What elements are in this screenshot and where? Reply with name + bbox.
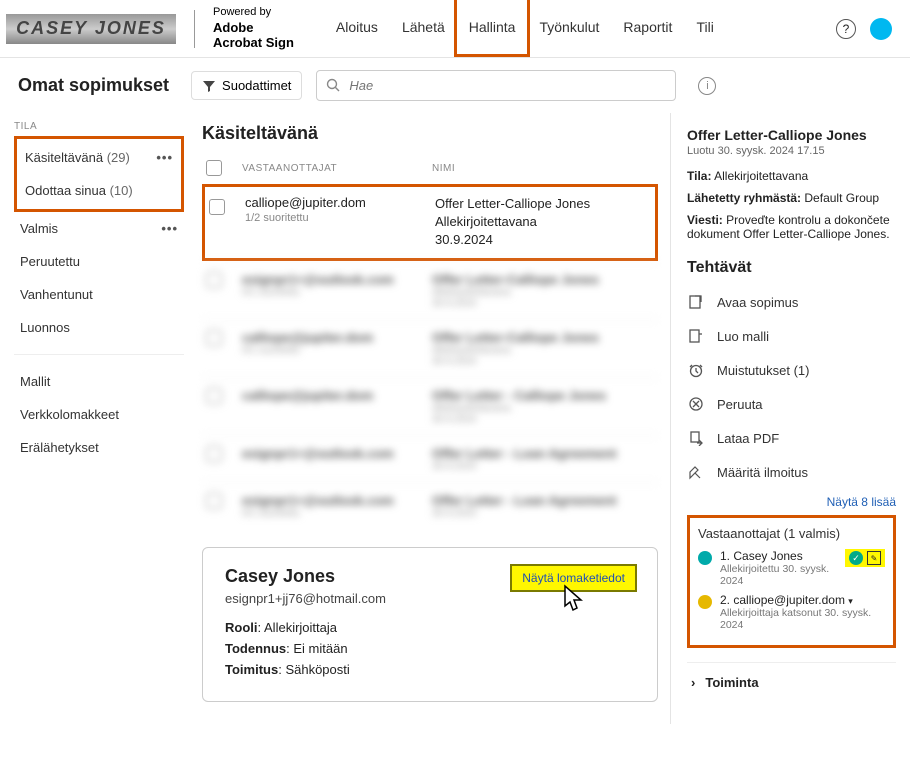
avatar[interactable] [870, 18, 892, 40]
sidebar-item-verkkolomakkeet[interactable]: Verkkolomakkeet [14, 398, 184, 431]
download-icon [687, 429, 705, 447]
filter-icon [202, 79, 216, 93]
check-icon: ✓ [849, 551, 863, 565]
nav-tili[interactable]: Tili [684, 0, 725, 57]
sidebar-item-odottaa[interactable]: Odottaa sinua (10) [19, 174, 179, 207]
more-icon[interactable]: ••• [156, 150, 173, 165]
row-checkbox[interactable] [209, 199, 225, 215]
cursor-icon [555, 584, 587, 622]
recipients-box: Vastaanottajat (1 valmis) 1. Casey Jones… [687, 515, 896, 648]
nav-laheta[interactable]: Lähetä [390, 0, 457, 57]
notify-icon [687, 463, 705, 481]
sidebar-item-eralahetykset[interactable]: Erälähetykset [14, 431, 184, 464]
table-row-blurred: esignpr1+@outlook.com0/1 suoritettuOffer… [202, 261, 658, 319]
sidebar-item-valmis[interactable]: Valmis ••• [14, 212, 184, 245]
column-recipients: VASTAANOTTAJAT [242, 163, 432, 174]
column-name: NIMI [432, 163, 658, 174]
detail-auth: Todennus: Ei mitään [225, 641, 635, 656]
logo: CASEY JONES [6, 14, 176, 44]
task-cancel[interactable]: Peruuta [687, 387, 896, 421]
table-row-blurred: calliope@jupiter.domOffer Letter - Calli… [202, 377, 658, 435]
row-progress: 1/2 suoritettu [245, 212, 435, 224]
table-row-blurred: esignpr1+@outlook.com0/1 suoritettuOffer… [202, 482, 658, 529]
cancel-icon [687, 395, 705, 413]
row-recipient: calliope@jupiter.dom [245, 195, 435, 210]
page-title: Omat sopimukset [18, 75, 169, 96]
task-template[interactable]: Luo malli [687, 319, 896, 353]
show-more-link[interactable]: Näytä 8 lisää [687, 495, 896, 509]
status-badge: ✓ ✎ [845, 549, 885, 567]
search-input[interactable] [316, 70, 676, 101]
search-icon [326, 78, 340, 92]
sidebar-item-mallit[interactable]: Mallit [14, 365, 184, 398]
recipient-status-dot [698, 551, 712, 565]
task-reminders[interactable]: Muistutukset (1) [687, 353, 896, 387]
table-row-blurred: esignpr1+@outlook.comOffer Letter - Loan… [202, 435, 658, 482]
detail-card: Casey Jones esignpr1+jj76@hotmail.com Ro… [202, 547, 658, 702]
recipient-row[interactable]: 1. Casey Jones Allekirjoitettu 30. syysk… [698, 549, 885, 587]
recipient-row[interactable]: 2. calliope@jupiter.dom ▾ Allekirjoittaj… [698, 593, 885, 631]
row-name: Offer Letter-Calliope Jones Allekirjoite… [435, 195, 655, 250]
panel-group: Lähetetty ryhmästä: Default Group [687, 191, 896, 205]
help-icon[interactable]: ? [836, 19, 856, 39]
panel-title: Offer Letter-Calliope Jones [687, 127, 896, 143]
timeline-toggle[interactable]: › Toiminta [687, 662, 896, 702]
top-nav: Aloitus Lähetä Hallinta Työnkulut Raport… [324, 0, 726, 57]
tasks-heading: Tehtävät [687, 259, 896, 277]
panel-status: Tila: Allekirjoitettavana [687, 169, 896, 183]
table-row[interactable]: calliope@jupiter.dom 1/2 suoritettu Offe… [202, 184, 658, 261]
open-icon [687, 293, 705, 311]
sidebar-tila-label: TILA [14, 121, 184, 132]
chevron-right-icon: › [691, 675, 695, 690]
select-all-checkbox[interactable] [206, 160, 222, 176]
table-row-blurred: calliope@jupiter.dom0/1 suoritettuOffer … [202, 319, 658, 377]
task-notify[interactable]: Määritä ilmoitus [687, 455, 896, 489]
panel-created: Luotu 30. syysk. 2024 17.15 [687, 145, 896, 157]
panel-message: Viesti: Proveďte kontrolu a dokončete do… [687, 213, 896, 241]
detail-role: Rooli: Allekirjoittaja [225, 620, 635, 635]
sidebar-item-vanhentunut[interactable]: Vanhentunut [14, 278, 184, 311]
task-open[interactable]: Avaa sopimus [687, 285, 896, 319]
content-heading: Käsiteltävänä [202, 123, 658, 144]
more-icon[interactable]: ••• [161, 221, 178, 236]
highlight-box: Käsiteltävänä (29) ••• Odottaa sinua (10… [14, 136, 184, 212]
task-download[interactable]: Lataa PDF [687, 421, 896, 455]
recipients-heading: Vastaanottajat (1 valmis) [698, 526, 885, 541]
nav-tyonkulut[interactable]: Työnkulut [527, 0, 611, 57]
template-icon [687, 327, 705, 345]
nav-raportit[interactable]: Raportit [611, 0, 684, 57]
nav-hallinta[interactable]: Hallinta [457, 0, 528, 57]
sidebar-item-luonnos[interactable]: Luonnos [14, 311, 184, 344]
detail-delivery: Toimitus: Sähköposti [225, 662, 635, 677]
powered-by: Powered by Adobe Acrobat Sign [213, 6, 294, 50]
sidebar-item-kasiteltavana[interactable]: Käsiteltävänä (29) ••• [19, 141, 179, 174]
clock-icon [687, 361, 705, 379]
signature-icon: ✎ [867, 551, 881, 565]
sidebar-item-peruutettu[interactable]: Peruutettu [14, 245, 184, 278]
logo-divider [194, 10, 195, 48]
recipient-status-dot [698, 595, 712, 609]
filter-button[interactable]: Suodattimet [191, 71, 302, 100]
info-icon[interactable]: i [698, 77, 716, 95]
nav-aloitus[interactable]: Aloitus [324, 0, 390, 57]
